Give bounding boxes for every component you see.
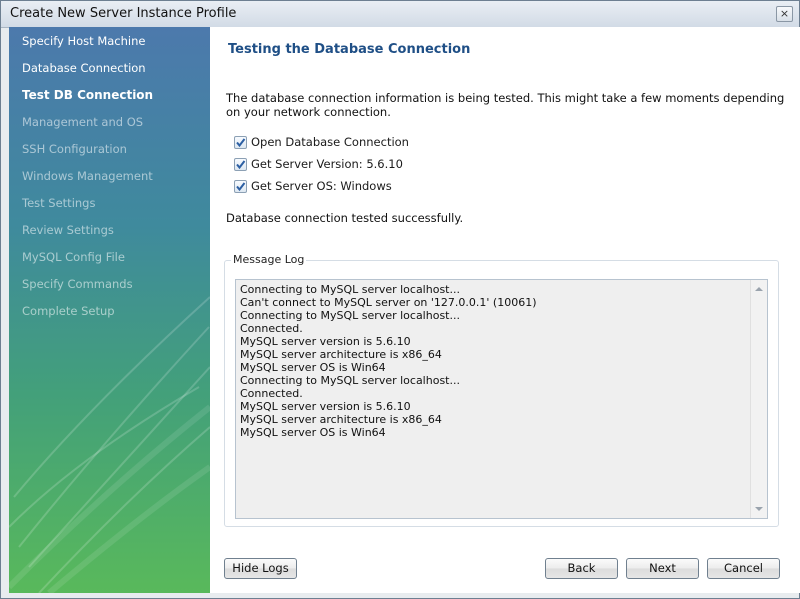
checkmark-icon [234, 180, 247, 193]
message-log-textarea[interactable]: Connecting to MySQL server localhost... C… [235, 279, 768, 519]
close-icon[interactable]: × [776, 6, 793, 22]
sidebar-step-review-settings: Review Settings [22, 223, 114, 237]
sidebar-step-ssh-configuration: SSH Configuration [22, 142, 127, 156]
log-line: Connecting to MySQL server localhost... [240, 283, 460, 296]
log-line: Connected. [240, 387, 303, 400]
log-line: Can't connect to MySQL server on '127.0.… [240, 296, 537, 309]
log-line: MySQL server version is 5.6.10 [240, 335, 411, 348]
log-line: Connecting to MySQL server localhost... [240, 309, 460, 322]
sidebar-step-test-settings: Test Settings [22, 196, 96, 210]
sidebar-step-test-db-connection: Test DB Connection [22, 88, 154, 102]
page-title: Testing the Database Connection [228, 42, 471, 57]
main-panel: Testing the Database Connection The data… [210, 27, 800, 593]
message-log-group: Message Log Connecting to MySQL server l… [224, 253, 779, 527]
scroll-down-arrow-icon[interactable] [755, 507, 763, 511]
title-bar[interactable]: Create New Server Instance Profile × [1, 1, 799, 28]
cancel-button[interactable]: Cancel [707, 558, 780, 579]
log-line: MySQL server architecture is x86_64 [240, 348, 442, 361]
sidebar-step-database-connection: Database Connection [22, 61, 146, 75]
back-button[interactable]: Back [545, 558, 618, 579]
wizard-steps-sidebar: Specify Host Machine Database Connection T… [9, 27, 210, 593]
window-title: Create New Server Instance Profile [10, 6, 237, 21]
scroll-up-arrow-icon[interactable] [755, 287, 763, 291]
checkmark-icon [234, 136, 247, 149]
sidebar-step-specify-commands: Specify Commands [22, 277, 133, 291]
sidebar-step-specify-host-machine: Specify Host Machine [22, 34, 146, 48]
hide-logs-button[interactable]: Hide Logs [224, 558, 297, 579]
sidebar-step-windows-management: Windows Management [22, 169, 153, 183]
log-line: MySQL server version is 5.6.10 [240, 400, 411, 413]
sidebar-step-mysql-config-file: MySQL Config File [22, 250, 125, 264]
log-line: Connecting to MySQL server localhost... [240, 374, 460, 387]
message-log-legend: Message Log [231, 253, 307, 266]
check-label: Get Server Version: 5.6.10 [251, 157, 403, 171]
log-line: MySQL server OS is Win64 [240, 361, 386, 374]
log-lines: Connecting to MySQL server localhost... C… [240, 283, 745, 439]
dialog-window: Create New Server Instance Profile × Spe… [0, 0, 800, 599]
log-line: Connected. [240, 322, 303, 335]
log-scrollbar[interactable] [750, 280, 767, 518]
checkmark-icon [234, 158, 247, 171]
check-label: Get Server OS: Windows [251, 179, 392, 193]
log-line: MySQL server architecture is x86_64 [240, 413, 442, 426]
description-text: The database connection information is b… [226, 91, 785, 119]
status-message: Database connection tested successfully. [226, 211, 464, 225]
sidebar-step-management-and-os: Management and OS [22, 115, 144, 129]
next-button[interactable]: Next [626, 558, 699, 579]
check-label: Open Database Connection [251, 135, 409, 149]
log-line: MySQL server OS is Win64 [240, 426, 386, 439]
sidebar-step-complete-setup: Complete Setup [22, 304, 115, 318]
